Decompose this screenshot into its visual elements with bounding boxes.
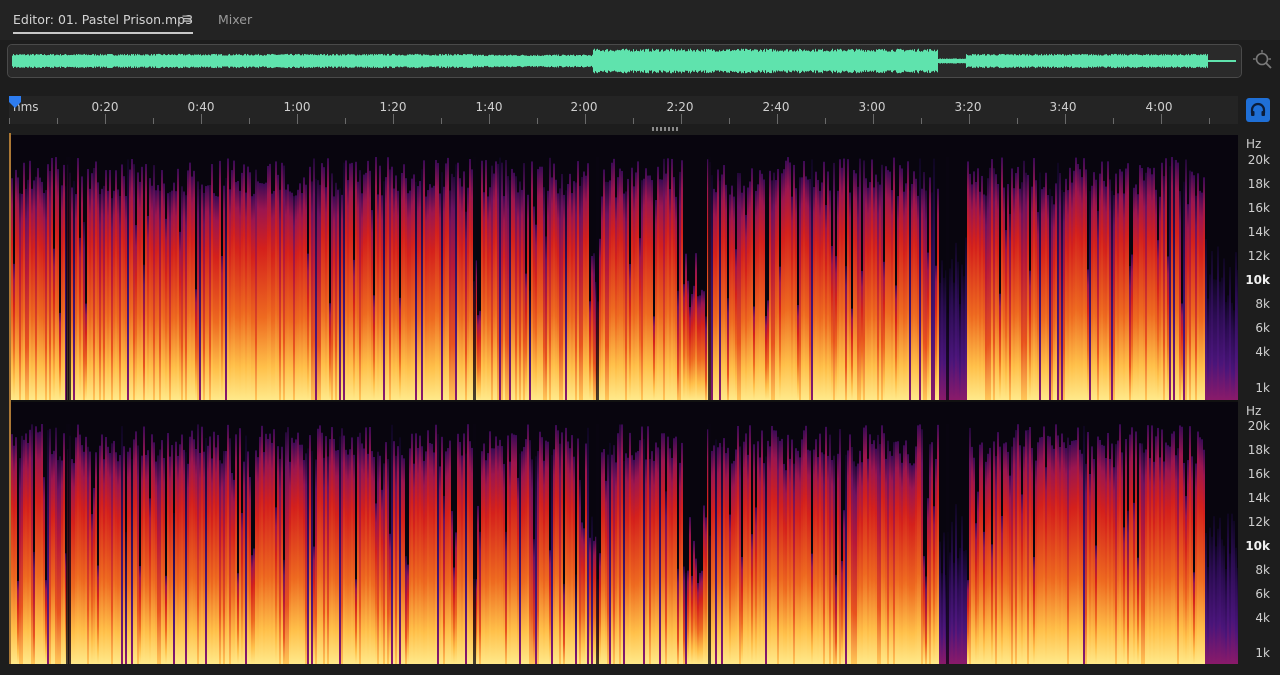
ruler-label: 3:40 xyxy=(1049,100,1077,114)
freq-tick: 4k xyxy=(1255,611,1270,625)
freq-tick: 20k xyxy=(1247,419,1270,433)
freq-tick: 18k xyxy=(1247,177,1270,191)
ruler-label: 2:20 xyxy=(666,100,694,114)
ruler-label: 0:40 xyxy=(187,100,215,114)
freq-tick: 18k xyxy=(1247,443,1270,457)
freq-tick: 16k xyxy=(1247,201,1270,215)
spectral-display-left-channel[interactable] xyxy=(11,135,1238,400)
freq-tick: 12k xyxy=(1247,515,1270,529)
frequency-axis-right: Hz 20k 18k 16k 14k 12k 10k 8k 6k 4k 1k xyxy=(1238,402,1280,664)
freq-tick: 14k xyxy=(1247,225,1270,239)
ruler-label: 2:40 xyxy=(762,100,790,114)
freq-tick: 12k xyxy=(1247,249,1270,263)
hamburger-menu-icon[interactable]: ≡ xyxy=(181,12,193,26)
ruler-label: 1:20 xyxy=(379,100,407,114)
freq-tick: 8k xyxy=(1255,563,1270,577)
freq-tick: 6k xyxy=(1255,587,1270,601)
freq-tick: 16k xyxy=(1247,467,1270,481)
frequency-axis-left: Hz 20k 18k 16k 14k 12k 10k 8k 6k 4k 1k xyxy=(1238,135,1280,400)
frequency-unit-label: Hz xyxy=(1246,404,1262,418)
freq-tick: 6k xyxy=(1255,321,1270,335)
ruler-label: 3:00 xyxy=(858,100,886,114)
headphones-icon[interactable] xyxy=(1246,98,1270,122)
freq-tick: 10k xyxy=(1245,539,1270,553)
tab-editor[interactable]: Editor: 01. Pastel Prison.mp3 xyxy=(13,12,194,34)
waveform-overview[interactable] xyxy=(7,44,1242,78)
tab-mixer[interactable]: Mixer xyxy=(218,12,252,27)
ruler-label: 2:00 xyxy=(570,100,598,114)
ruler-label: 1:00 xyxy=(283,100,311,114)
ruler-label: 0:20 xyxy=(91,100,119,114)
frequency-unit-label: Hz xyxy=(1246,137,1262,151)
time-ruler[interactable]: hms 0:20 0:40 1:00 1:20 1:40 2:00 2:20 2… xyxy=(9,96,1238,124)
ruler-label: 3:20 xyxy=(954,100,982,114)
playhead-line xyxy=(9,133,11,665)
freq-tick: 14k xyxy=(1247,491,1270,505)
bottom-edge xyxy=(0,664,1280,675)
editor-tab-bar: Editor: 01. Pastel Prison.mp3 ≡ Mixer xyxy=(0,0,1280,40)
ruler-label: 1:40 xyxy=(475,100,503,114)
ruler-label: 4:00 xyxy=(1145,100,1173,114)
freq-tick: 10k xyxy=(1245,273,1270,287)
freq-tick: 20k xyxy=(1247,153,1270,167)
freq-tick: 1k xyxy=(1255,646,1270,660)
freq-tick: 1k xyxy=(1255,381,1270,395)
spectral-display-right-channel[interactable] xyxy=(11,402,1238,664)
freq-tick: 8k xyxy=(1255,297,1270,311)
panel-splitter-handle[interactable] xyxy=(652,127,678,131)
zoom-to-selection-icon[interactable] xyxy=(1252,49,1274,71)
freq-tick: 4k xyxy=(1255,345,1270,359)
playhead-marker-icon[interactable] xyxy=(9,96,21,108)
